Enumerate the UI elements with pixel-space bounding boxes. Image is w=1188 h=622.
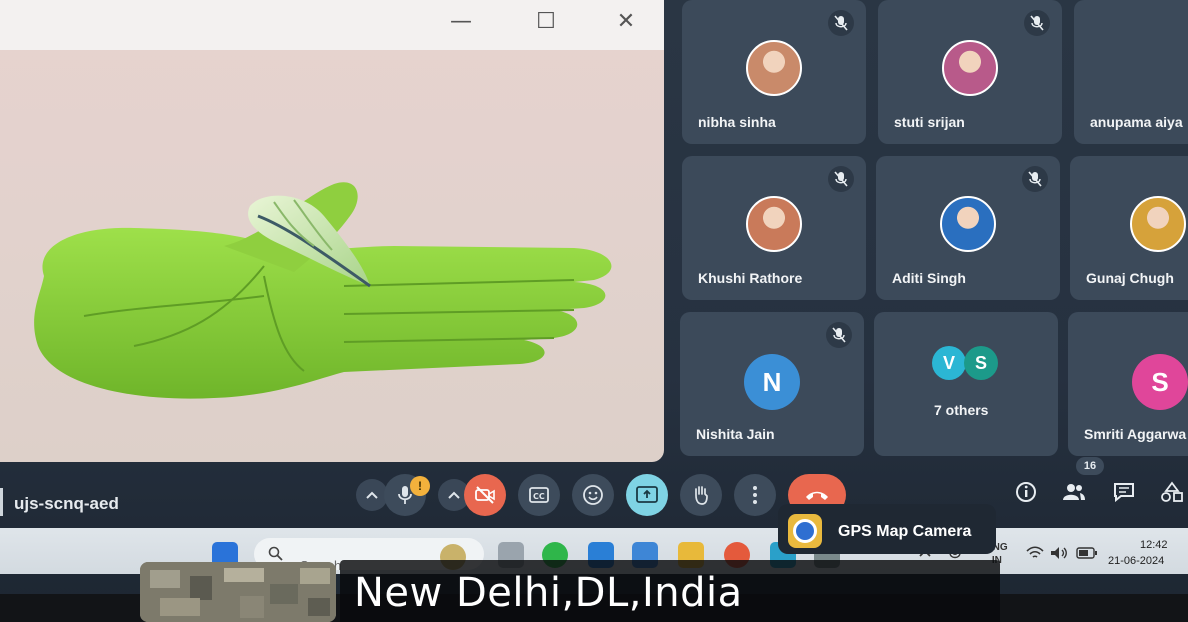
participant-name: nibha sinha — [698, 114, 776, 130]
participant-name: Aditi Singh — [892, 270, 966, 286]
camera-toggle-button[interactable] — [464, 474, 506, 516]
chevron-up-icon — [448, 491, 460, 499]
captions-button[interactable]: CC — [518, 474, 560, 516]
participant-name: Khushi Rathore — [698, 270, 803, 286]
participant-tile[interactable]: nibha sinha — [682, 0, 866, 144]
participant-name: stuti srijan — [894, 114, 965, 130]
divider — [0, 488, 3, 516]
participant-count-badge: 16 — [1076, 457, 1104, 475]
participant-tile[interactable]: Khushi Rathore — [682, 156, 866, 300]
avatar-initial: N — [744, 354, 800, 410]
reactions-button[interactable] — [572, 474, 614, 516]
search-icon — [268, 546, 283, 561]
people-button[interactable] — [1060, 478, 1088, 506]
activities-button[interactable] — [1158, 478, 1186, 506]
avatar — [940, 196, 996, 252]
mic-off-icon — [828, 166, 854, 192]
participant-name: Nishita Jain — [696, 426, 775, 442]
meeting-code: ujs-scnq-aed — [14, 494, 119, 513]
raise-hand-button[interactable] — [680, 474, 722, 516]
info-icon — [1016, 482, 1036, 502]
activities-icon — [1161, 481, 1183, 502]
meet-screen: — ☐ ✕ nibha sinha stuti srijan anupama a… — [0, 0, 1188, 622]
notification-title: GPS Map Camera — [838, 523, 972, 540]
mic-off-icon — [826, 322, 852, 348]
more-icon — [753, 486, 757, 504]
avatar-initial: V — [932, 346, 966, 380]
participant-tile[interactable]: stuti srijan — [878, 0, 1062, 144]
avatar-initial: S — [964, 346, 998, 380]
emoji-icon — [583, 485, 603, 505]
present-icon — [636, 486, 658, 503]
avatar-initial: S — [1132, 354, 1188, 410]
map-thumbnail — [140, 562, 336, 622]
hand-with-shell-illustration — [34, 182, 612, 399]
close-icon[interactable]: ✕ — [614, 10, 638, 34]
shared-screen-window: — ☐ ✕ — [0, 0, 664, 462]
people-icon — [1063, 484, 1085, 500]
mic-off-icon — [1022, 166, 1048, 192]
mic-off-icon — [1024, 10, 1050, 36]
end-call-icon — [806, 491, 828, 500]
avatar — [942, 40, 998, 96]
participant-tile[interactable]: N Nishita Jain — [680, 312, 864, 456]
raise-hand-icon — [695, 486, 708, 505]
more-options-button[interactable] — [734, 474, 776, 516]
clock-date[interactable]: 21-06-2024 — [1108, 555, 1164, 567]
maximize-icon[interactable]: ☐ — [534, 10, 558, 34]
svg-text:CC: CC — [533, 492, 545, 501]
battery-icon[interactable] — [1076, 547, 1098, 559]
participant-tile[interactable]: aanupama aiya — [1074, 0, 1188, 144]
participant-tile[interactable]: VS 7 others — [874, 312, 1058, 456]
gps-location-text: New Delhi,DL,India — [354, 570, 743, 616]
participant-tile[interactable]: Gunaj Chugh — [1070, 156, 1188, 300]
captions-icon: CC — [529, 487, 549, 503]
participant-tile[interactable]: S Smriti Aggarwa — [1068, 312, 1188, 456]
participant-name: 7 others — [934, 402, 989, 418]
avatar — [1130, 196, 1186, 252]
chat-icon — [1114, 483, 1134, 502]
mic-off-icon — [828, 10, 854, 36]
avatar — [746, 196, 802, 252]
camera-app-icon — [788, 514, 822, 548]
chat-button[interactable] — [1110, 478, 1138, 506]
chevron-up-icon — [366, 491, 378, 499]
present-now-button[interactable] — [626, 474, 668, 516]
participant-name: Smriti Aggarwa — [1084, 426, 1187, 442]
mic-warning-badge: ! — [410, 476, 430, 496]
clock-time[interactable]: 12:42 — [1140, 538, 1168, 553]
window-titlebar — [0, 0, 664, 50]
meeting-details-button[interactable] — [1012, 478, 1040, 506]
volume-icon[interactable] — [1050, 546, 1068, 560]
participant-name: Gunaj Chugh — [1086, 270, 1174, 286]
wifi-icon[interactable] — [1026, 546, 1044, 560]
camera-off-icon — [475, 486, 495, 504]
avatar — [746, 40, 802, 96]
participant-name: anupama aiya — [1090, 114, 1183, 130]
participant-tile[interactable]: Aditi Singh — [876, 156, 1060, 300]
minimize-icon[interactable]: — — [449, 10, 473, 34]
